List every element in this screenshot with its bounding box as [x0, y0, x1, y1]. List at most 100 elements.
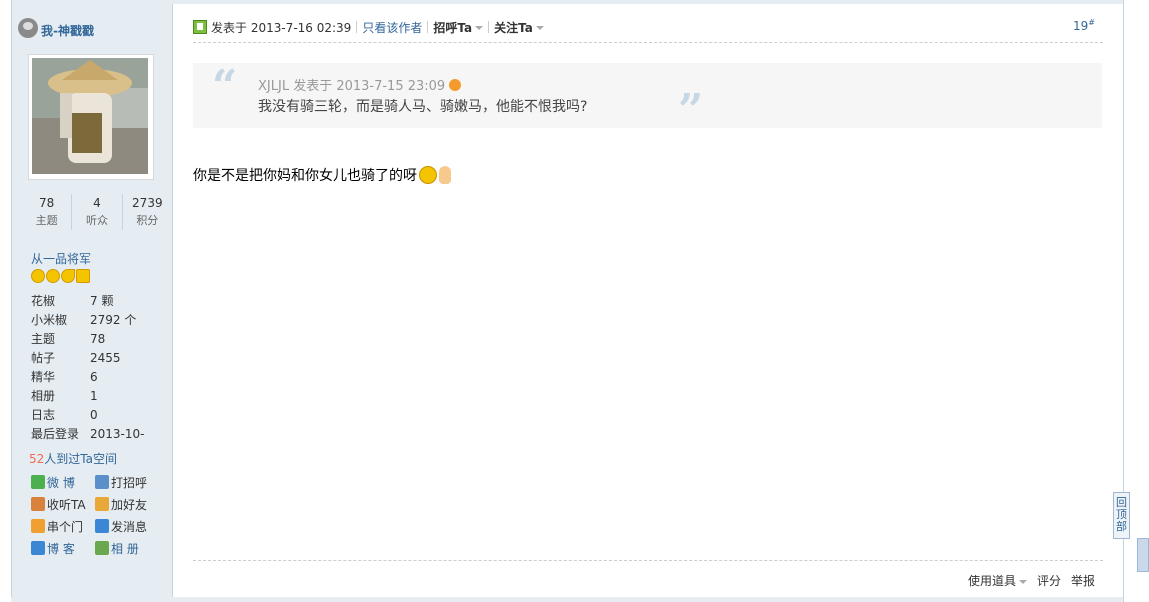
- info-key: 花椒: [31, 294, 56, 308]
- author-stats: 78 主题 4 听众 2739 积分: [22, 194, 172, 230]
- greet-dropdown[interactable]: 招呼Ta: [433, 19, 484, 36]
- stat-label: 听众: [85, 214, 108, 227]
- post-time: 发表于 2013-7-16 02:39: [211, 20, 352, 35]
- report-link[interactable]: 举报: [1071, 572, 1095, 589]
- info-key: 小米椒: [31, 313, 68, 327]
- action-label: 博 客: [47, 541, 75, 556]
- info-row: 相册 1: [31, 387, 171, 406]
- info-value: 7 颗: [90, 294, 114, 308]
- info-value: 2792 个: [90, 313, 137, 327]
- open-quote-icon: “: [212, 61, 238, 112]
- quote-text: 我没有骑三轮，而是骑人马、骑嫩马，他能不恨我吗?: [258, 99, 588, 115]
- info-key: 主题: [31, 332, 56, 346]
- author-name-link[interactable]: 我-神戳戳: [41, 22, 94, 39]
- chevron-down-icon: [1018, 579, 1027, 584]
- back-to-post-icon[interactable]: [449, 78, 462, 91]
- victory-hand-icon: [439, 166, 451, 184]
- info-key: 帖子: [31, 351, 56, 365]
- only-author-link[interactable]: 只看该作者: [362, 19, 422, 36]
- sun-icon: [31, 269, 45, 283]
- info-row: 主题 78: [31, 330, 171, 349]
- chevron-down-icon: [475, 26, 484, 30]
- star-icon: [76, 269, 90, 283]
- info-key: 相册: [31, 389, 56, 403]
- stat-topics[interactable]: 78 主题: [22, 194, 71, 230]
- stat-followers[interactable]: 4 听众: [71, 194, 121, 230]
- action-label: 加好友: [111, 497, 148, 512]
- rank-icons: [31, 269, 90, 283]
- greet-label: 招呼Ta: [433, 20, 473, 35]
- info-key: 日志: [31, 408, 56, 422]
- info-row: 日志 0: [31, 406, 171, 425]
- post-content: 你是不是把你妈和你女儿也骑了的呀: [193, 165, 451, 185]
- author-sidebar: 我-神戳戳 78 主题 4 听众 2739 积分 从一品将军 花椒 7 颗 小米…: [12, 4, 173, 597]
- visit-text: 人到过Ta空间: [44, 452, 117, 466]
- divider: [427, 21, 429, 33]
- mail-icon: [95, 519, 109, 533]
- stat-points[interactable]: 2739 积分: [121, 194, 172, 230]
- action-label: 收听TA: [47, 497, 86, 512]
- add-friend-icon: [95, 497, 109, 511]
- blog-icon: [31, 541, 45, 555]
- quote-block: “ XJLJL 发表于 2013-7-15 23:09 我没有骑三轮，而是骑人马…: [193, 61, 1102, 133]
- quote-author: XJLJL 发表于 2013-7-15 23:09: [258, 79, 446, 94]
- info-row: 小米椒 2792 个: [31, 311, 171, 330]
- online-status-icon: [18, 17, 38, 38]
- quote-meta: XJLJL 发表于 2013-7-15 23:09: [258, 75, 462, 94]
- smiley-emoji-icon: [419, 166, 437, 184]
- tools-label: 使用道具: [967, 574, 1016, 588]
- rate-link[interactable]: 评分: [1037, 572, 1061, 589]
- post-footer: 使用道具 评分 举报: [968, 572, 1095, 589]
- action-label: 相 册: [111, 541, 139, 556]
- info-key: 最后登录: [31, 427, 80, 441]
- album-icon: [95, 541, 109, 555]
- online-icon: [193, 20, 207, 34]
- rank-title[interactable]: 从一品将军: [31, 250, 91, 267]
- use-tools-dropdown[interactable]: 使用道具: [968, 572, 1027, 589]
- info-row: 帖子 2455: [31, 349, 171, 368]
- visit-count: 52: [29, 452, 45, 466]
- back-to-top-label: 回 顶 部: [1116, 496, 1127, 533]
- send-message-button[interactable]: 发消息: [95, 518, 165, 534]
- divider: [356, 21, 358, 33]
- moon-icon: [61, 269, 75, 283]
- author-actions: 微 博 打招呼 收听TA 加好友 串个门 发消息 博 客 相 册: [31, 474, 171, 556]
- divider: [193, 560, 1103, 561]
- info-value: 1: [90, 389, 98, 403]
- floor-number[interactable]: 19#: [1073, 18, 1095, 33]
- weibo-button[interactable]: 微 博: [31, 474, 95, 490]
- greet-button[interactable]: 打招呼: [95, 474, 165, 490]
- action-label: 微 博: [47, 475, 75, 490]
- back-to-top-button[interactable]: 回 顶 部: [1113, 492, 1130, 539]
- bottom-border: [11, 597, 1123, 602]
- info-value: 0: [90, 408, 98, 422]
- visit-home-button[interactable]: 串个门: [31, 518, 95, 534]
- info-row: 花椒 7 颗: [31, 292, 171, 311]
- info-key: 精华: [31, 370, 56, 384]
- follow-ta-button[interactable]: 收听TA: [31, 496, 95, 512]
- weibo-icon: [31, 475, 45, 489]
- blog-button[interactable]: 博 客: [31, 540, 95, 556]
- info-row: 最后登录 2013-10-: [31, 425, 171, 444]
- close-quote-icon: ”: [678, 85, 704, 136]
- greet-icon: [95, 475, 109, 489]
- info-value: 78: [90, 332, 106, 346]
- album-button[interactable]: 相 册: [95, 540, 165, 556]
- follow-icon: [31, 497, 45, 511]
- post-text: 你是不是把你妈和你女儿也骑了的呀: [193, 168, 417, 184]
- avatar[interactable]: [28, 54, 154, 180]
- info-value: 2013-10-: [90, 427, 145, 441]
- author-info-list: 花椒 7 颗 小米椒 2792 个 主题 78 帖子 2455 精华 6 相册 1 日志 0 …: [31, 292, 171, 444]
- stat-value: 78: [39, 196, 55, 210]
- space-visit-link[interactable]: 52人到过Ta空间: [29, 450, 117, 467]
- action-label: 发消息: [111, 519, 148, 534]
- scrollbar-thumb[interactable]: [1137, 538, 1149, 572]
- stat-value: 4: [93, 196, 101, 210]
- follow-dropdown[interactable]: 关注Ta: [494, 19, 544, 36]
- info-row: 精华 6: [31, 368, 171, 387]
- follow-label: 关注Ta: [494, 20, 533, 35]
- stat-value: 2739: [132, 196, 163, 210]
- chevron-down-icon: [535, 26, 544, 30]
- info-value: 2455: [90, 351, 121, 365]
- add-friend-button[interactable]: 加好友: [95, 496, 165, 512]
